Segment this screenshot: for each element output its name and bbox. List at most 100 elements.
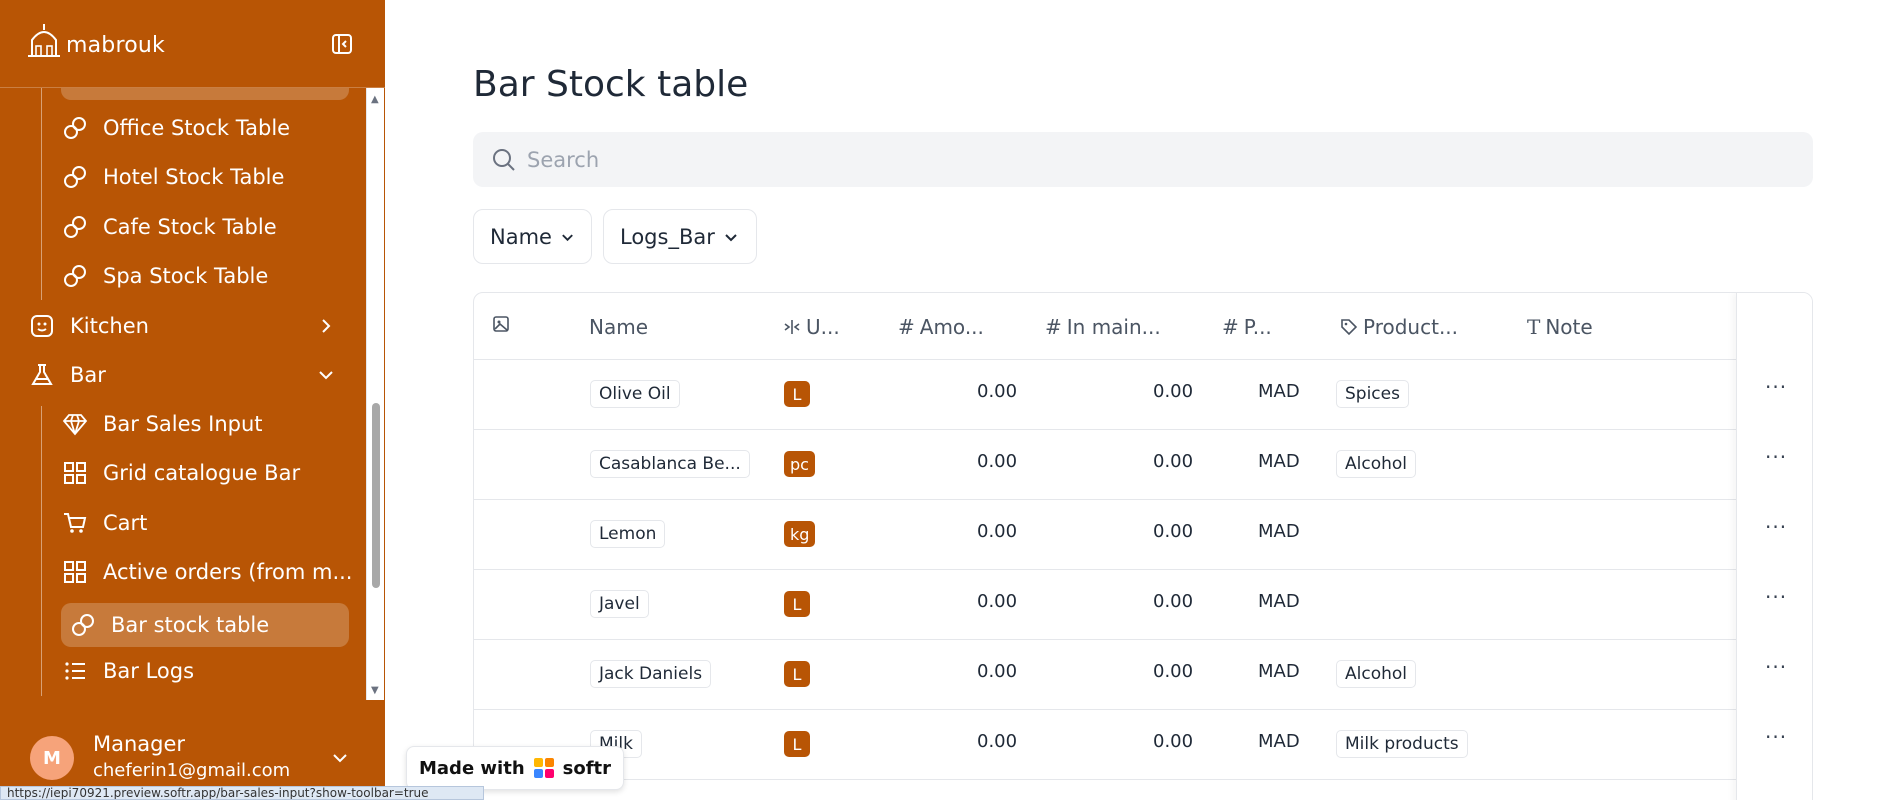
softr-brand-text: softr (562, 757, 612, 779)
stock-icon (61, 262, 89, 290)
search-input[interactable] (527, 132, 1777, 187)
flask-icon (28, 361, 56, 389)
sidebar-item-kitchen[interactable]: Kitchen (28, 304, 348, 348)
sidebar: mabrouk Office Stock Table Hotel Stock T… (0, 0, 385, 800)
price-value: MAD (1258, 591, 1300, 612)
search-bar[interactable] (473, 132, 1813, 187)
name-chip: Casablanca Be... (590, 450, 750, 478)
in-main-value: 0.00 (1153, 521, 1194, 542)
column-label: U... (806, 315, 840, 339)
table-row[interactable]: Olive Oil L 0.00 0.00 MAD Spices (474, 360, 1812, 430)
sidebar-item-grid-catalogue[interactable]: Grid catalogue Bar (61, 451, 300, 495)
unit-badge: L (784, 731, 810, 757)
logo[interactable]: mabrouk (26, 22, 165, 58)
table-row[interactable]: Casablanca Be... pc 0.00 0.00 MAD Alcoho… (474, 430, 1812, 500)
hash-icon: # (1045, 315, 1062, 339)
sidebar-item-bar-stock-table[interactable]: Bar stock table (61, 603, 349, 647)
cart-icon (61, 509, 89, 537)
mosque-logo-icon (28, 24, 60, 57)
amount-value: 0.00 (977, 661, 1018, 682)
sidebar-nav: Office Stock Table Hotel Stock Table Caf… (0, 88, 372, 700)
sidebar-item-cafe-stock[interactable]: Cafe Stock Table (61, 205, 277, 249)
filter-name-dropdown[interactable]: Name (473, 209, 592, 264)
column-header-in-main[interactable]: # In main... (1045, 315, 1161, 339)
sidebar-item-hotel-stock[interactable]: Hotel Stock Table (61, 155, 284, 199)
scroll-down-arrow-icon[interactable]: ▼ (371, 685, 379, 696)
product-chip: Alcohol (1336, 660, 1416, 688)
table-row[interactable]: Milk L 0.00 0.00 MAD Milk products (474, 710, 1812, 780)
sidebar-item-bar[interactable]: Bar (28, 353, 348, 397)
in-main-value: 0.00 (1153, 661, 1194, 682)
price-value: MAD (1258, 731, 1300, 752)
filter-label: Logs_Bar (620, 224, 715, 249)
sidebar-item-partial[interactable] (61, 88, 349, 100)
diamond-icon (61, 410, 89, 438)
submenu-line (41, 88, 42, 300)
product-chip: Spices (1336, 380, 1409, 408)
name-chip: Javel (590, 590, 649, 618)
in-main-value: 0.00 (1153, 591, 1194, 612)
chevron-down-icon (562, 233, 573, 241)
submenu-line (41, 406, 42, 696)
price-value: MAD (1258, 521, 1300, 542)
status-bar-url: https://iepi70921.preview.softr.app/bar-… (0, 786, 484, 800)
filter-logs-bar-dropdown[interactable]: Logs_Bar (603, 209, 757, 264)
more-options-icon[interactable]: ··· (1765, 585, 1787, 609)
page-title: Bar Stock table (473, 64, 749, 105)
more-options-icon[interactable]: ··· (1765, 725, 1787, 749)
sidebar-item-label: Spa Stock Table (103, 264, 269, 288)
hash-icon: # (1222, 315, 1239, 339)
sidebar-item-active-orders[interactable]: Active orders (from m... (61, 550, 352, 594)
sidebar-item-label: Active orders (from m... (103, 560, 353, 584)
sidebar-item-bar-logs[interactable]: Bar Logs (61, 649, 194, 693)
table-row[interactable]: Lemon kg 0.00 0.00 MAD (474, 500, 1812, 570)
scroll-thumb[interactable] (372, 403, 380, 588)
product-chip: Alcohol (1336, 450, 1416, 478)
unit-badge: pc (784, 451, 815, 477)
column-header-product[interactable]: Product... (1340, 315, 1458, 339)
in-main-value: 0.00 (1153, 731, 1194, 752)
name-chip: Jack Daniels (590, 660, 712, 688)
scroll-up-arrow-icon[interactable]: ▲ (371, 94, 379, 105)
avatar[interactable]: M (30, 736, 74, 780)
column-label: In main... (1066, 315, 1161, 339)
price-value: MAD (1258, 661, 1300, 682)
text-icon: T (1527, 315, 1541, 339)
column-header-image[interactable] (492, 315, 510, 333)
column-header-price[interactable]: # P... (1222, 315, 1272, 339)
column-header-note[interactable]: T Note (1527, 315, 1593, 339)
table-row[interactable]: Jack Daniels L 0.00 0.00 MAD Alcohol (474, 640, 1812, 710)
column-header-unit[interactable]: U... (783, 315, 840, 339)
collapse-sidebar-icon[interactable] (330, 32, 354, 56)
stock-icon (61, 163, 89, 191)
sidebar-item-bar-sales-input[interactable]: Bar Sales Input (61, 402, 263, 446)
more-options-icon[interactable]: ··· (1765, 655, 1787, 679)
table-header: Name U... # Amo... # In main... # P... P… (474, 293, 1812, 360)
smiley-icon (28, 312, 56, 340)
sidebar-item-label: Kitchen (70, 314, 149, 338)
chevron-down-icon[interactable] (330, 748, 350, 768)
made-with-softr-badge[interactable]: Made with softr (406, 746, 625, 790)
made-with-label: Made with (419, 757, 525, 779)
table-row[interactable]: Javel L 0.00 0.00 MAD (474, 570, 1812, 640)
sidebar-item-cart[interactable]: Cart (61, 501, 147, 545)
column-label: Note (1545, 315, 1593, 339)
stock-icon (61, 114, 89, 142)
more-options-icon[interactable]: ··· (1765, 375, 1787, 399)
sidebar-item-spa-stock[interactable]: Spa Stock Table (61, 254, 268, 298)
in-main-value: 0.00 (1153, 451, 1194, 472)
stock-table: Name U... # Amo... # In main... # P... P… (473, 292, 1813, 800)
sidebar-scrollbar[interactable]: ▲ ▼ (366, 88, 384, 700)
user-name: Manager (93, 732, 186, 756)
sidebar-item-label: Office Stock Table (103, 116, 291, 140)
amount-value: 0.00 (977, 381, 1018, 402)
hash-icon: # (898, 315, 915, 339)
sidebar-item-office-stock[interactable]: Office Stock Table (61, 106, 290, 150)
unit-badge: L (784, 661, 810, 687)
product-chip: Milk products (1336, 730, 1468, 758)
more-options-icon[interactable]: ··· (1765, 445, 1787, 469)
sidebar-item-label: Hotel Stock Table (103, 165, 285, 189)
column-header-amount[interactable]: # Amo... (898, 315, 984, 339)
more-options-icon[interactable]: ··· (1765, 515, 1787, 539)
column-header-name[interactable]: Name (589, 315, 648, 339)
